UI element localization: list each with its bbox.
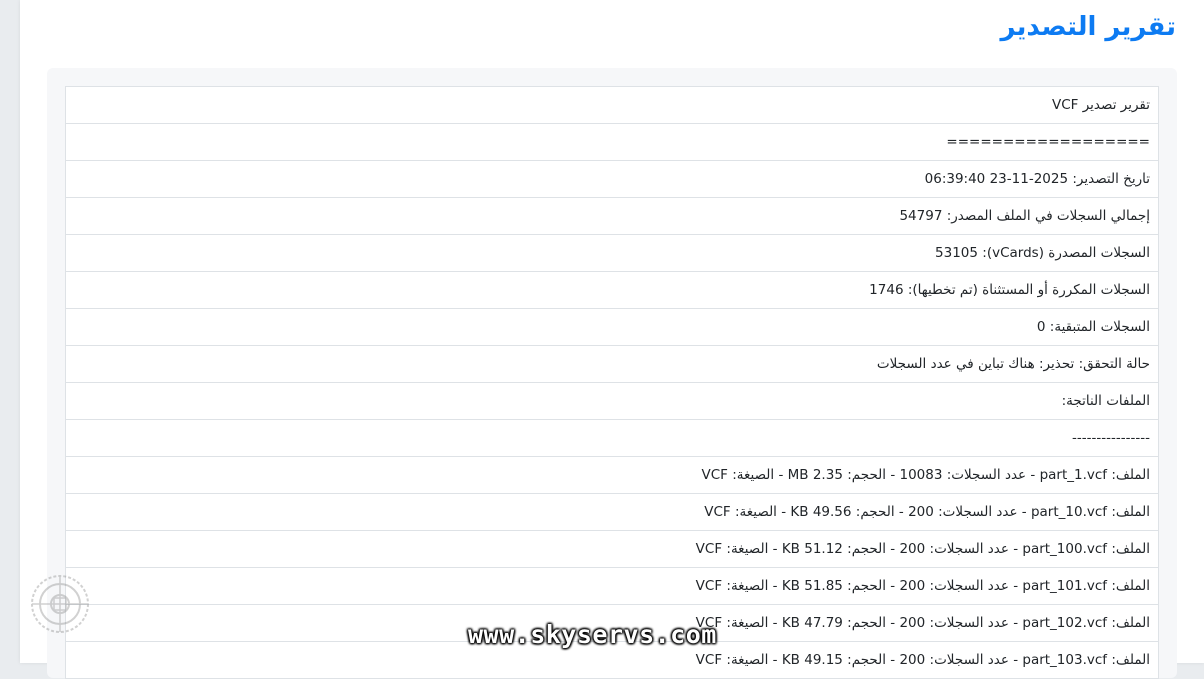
page-title: تقرير التصدير (1000, 12, 1177, 42)
report-row-total-records: إجمالي السجلات في الملف المصدر: 54797 (66, 198, 1158, 235)
report-row-separator: ================== (66, 124, 1158, 161)
report-row-output-files-heading: الملفات الناتجة: (66, 383, 1158, 420)
report-row-files-separator: ---------------- (66, 420, 1158, 457)
page-card: تقرير التصدير تقرير تصدير VCF ==========… (20, 0, 1204, 679)
watermark-text: www.skyservs.com (468, 620, 717, 649)
report-row-export-date: تاريخ التصدير: 2025-11-23 06:39:40 (66, 161, 1158, 198)
report-row-skipped-records: السجلات المكررة أو المستثناة (تم تخطيها)… (66, 272, 1158, 309)
report-row-verification-status: حالة التحقق: تحذير: هناك تباين في عدد ال… (66, 346, 1158, 383)
report-panel: تقرير تصدير VCF ================== تاريخ… (47, 68, 1177, 679)
report-row-remaining-records: السجلات المتبقية: 0 (66, 309, 1158, 346)
report-table: تقرير تصدير VCF ================== تاريخ… (65, 86, 1159, 679)
gear-seal-icon (31, 575, 89, 633)
report-row-file: الملف: part_101.vcf - عدد السجلات: 200 -… (66, 568, 1158, 605)
report-row-exported-records: السجلات المصدرة (vCards): 53105 (66, 235, 1158, 272)
report-row-file: الملف: part_1.vcf - عدد السجلات: 10083 -… (66, 457, 1158, 494)
report-row-file: الملف: part_10.vcf - عدد السجلات: 200 - … (66, 494, 1158, 531)
report-row-file: الملف: part_100.vcf - عدد السجلات: 200 -… (66, 531, 1158, 568)
report-row-title: تقرير تصدير VCF (66, 87, 1158, 124)
